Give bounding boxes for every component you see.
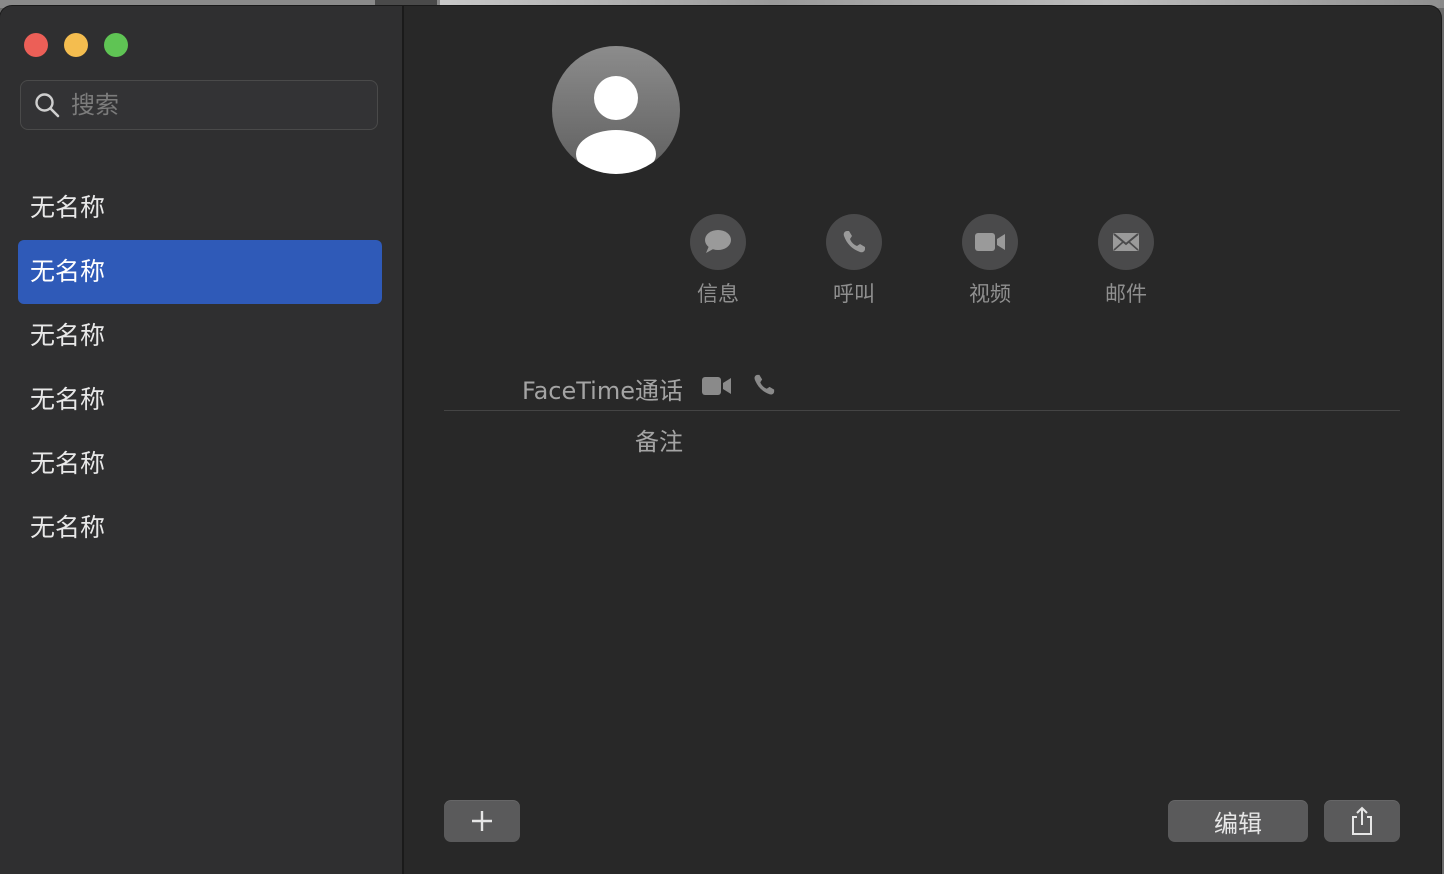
- message-action-label: 信息: [697, 282, 739, 306]
- envelope-icon: [1113, 233, 1139, 251]
- mail-action-label: 邮件: [1105, 282, 1147, 306]
- contact-avatar[interactable]: [552, 46, 680, 174]
- close-window-button[interactable]: [24, 33, 48, 57]
- contact-list-item[interactable]: 无名称: [18, 368, 382, 432]
- facetime-label: FaceTime通话: [521, 377, 683, 405]
- facetime-video-icon[interactable]: [702, 376, 732, 400]
- share-icon: [1352, 806, 1372, 835]
- contacts-window: 无名称 无名称 无名称 无名称 无名称 无名称 信息: [0, 6, 1441, 874]
- message-action-button[interactable]: [690, 214, 746, 270]
- contact-list: 无名称 无名称 无名称 无名称 无名称 无名称: [18, 176, 382, 560]
- contact-list-item[interactable]: 无名称: [18, 176, 382, 240]
- edit-button[interactable]: 编辑: [1168, 800, 1308, 842]
- video-action-button[interactable]: [962, 214, 1018, 270]
- notes-label[interactable]: 备注: [635, 422, 683, 457]
- message-action[interactable]: 信息: [673, 214, 763, 308]
- contact-list-item[interactable]: 无名称: [18, 304, 382, 368]
- contact-detail-pane: 信息 呼叫 视频 邮件 FaceTime通话 备注 编辑: [404, 6, 1441, 874]
- contact-list-item-selected[interactable]: 无名称: [18, 240, 382, 304]
- message-bubble-icon: [705, 230, 731, 253]
- contact-list-item[interactable]: 无名称: [18, 432, 382, 496]
- facetime-row: FaceTime通话: [404, 366, 1441, 410]
- contact-actions: 信息 呼叫 视频 邮件: [404, 214, 1441, 314]
- add-contact-button[interactable]: [444, 800, 520, 842]
- person-silhouette-icon: [576, 76, 656, 174]
- search-field[interactable]: [20, 80, 378, 130]
- video-action[interactable]: 视频: [945, 214, 1035, 308]
- share-button[interactable]: [1324, 800, 1400, 842]
- window-controls: [24, 33, 128, 57]
- search-icon: [35, 93, 60, 118]
- video-camera-icon: [975, 233, 1005, 251]
- call-action-label: 呼叫: [833, 282, 875, 306]
- phone-icon: [843, 231, 865, 253]
- video-action-label: 视频: [969, 282, 1011, 306]
- mail-action-button[interactable]: [1098, 214, 1154, 270]
- contacts-sidebar: 无名称 无名称 无名称 无名称 无名称 无名称: [0, 6, 404, 874]
- contact-list-item[interactable]: 无名称: [18, 496, 382, 560]
- plus-icon: [472, 811, 492, 831]
- minimize-window-button[interactable]: [64, 33, 88, 57]
- search-input[interactable]: [69, 90, 353, 120]
- maximize-window-button[interactable]: [104, 33, 128, 57]
- call-action[interactable]: 呼叫: [809, 214, 899, 308]
- facetime-audio-icon[interactable]: [752, 373, 776, 401]
- mail-action[interactable]: 邮件: [1081, 214, 1171, 308]
- section-divider: [444, 410, 1400, 411]
- call-action-button[interactable]: [826, 214, 882, 270]
